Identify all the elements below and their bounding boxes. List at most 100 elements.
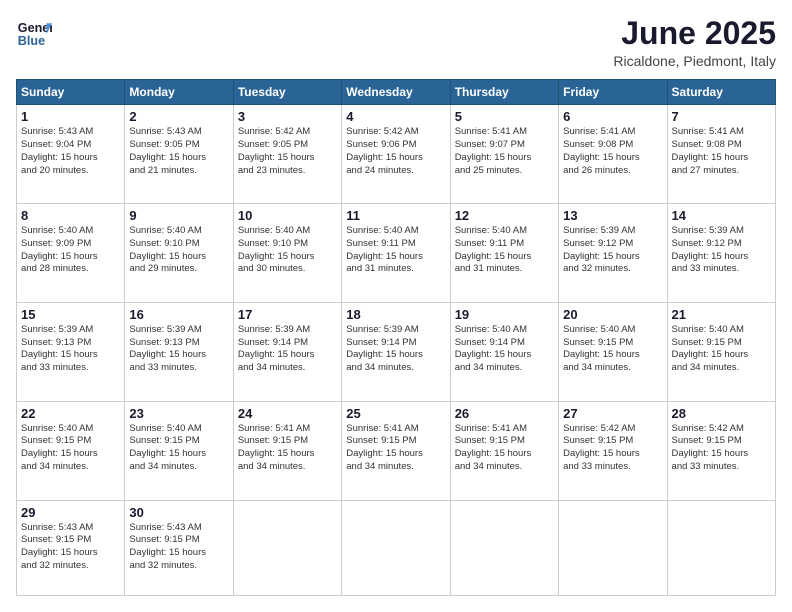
svg-text:Blue: Blue [18, 34, 45, 48]
day-number: 30 [129, 505, 228, 520]
day-number: 13 [563, 208, 662, 223]
day-info: Sunrise: 5:40 AMSunset: 9:15 PMDaylight:… [129, 423, 228, 474]
day-number: 5 [455, 109, 554, 124]
day-info: Sunrise: 5:43 AMSunset: 9:15 PMDaylight:… [21, 522, 120, 573]
day-info: Sunrise: 5:39 AMSunset: 9:14 PMDaylight:… [346, 324, 445, 375]
day-info: Sunrise: 5:39 AMSunset: 9:12 PMDaylight:… [672, 225, 771, 276]
day-number: 24 [238, 406, 337, 421]
day-number: 2 [129, 109, 228, 124]
calendar-day-cell: 20Sunrise: 5:40 AMSunset: 9:15 PMDayligh… [559, 302, 667, 401]
title-block: June 2025 Ricaldone, Piedmont, Italy [613, 16, 776, 69]
day-number: 17 [238, 307, 337, 322]
calendar-week-row: 8Sunrise: 5:40 AMSunset: 9:09 PMDaylight… [17, 204, 776, 303]
day-info: Sunrise: 5:41 AMSunset: 9:15 PMDaylight:… [346, 423, 445, 474]
day-number: 10 [238, 208, 337, 223]
calendar-day-cell: 15 Sunrise: 5:39 AMSunset: 9:13 PMDayligh… [17, 302, 125, 401]
day-info: Sunrise: 5:41 AMSunset: 9:08 PMDaylight:… [672, 126, 771, 177]
calendar-day-cell: 9 Sunrise: 5:40 AMSunset: 9:10 PMDaylight… [125, 204, 233, 303]
calendar-header-row: SundayMondayTuesdayWednesdayThursdayFrid… [17, 80, 776, 105]
calendar-day-cell: 19Sunrise: 5:40 AMSunset: 9:14 PMDayligh… [450, 302, 558, 401]
calendar-day-cell: 27 Sunrise: 5:42 AMSunset: 9:15 PMDayligh… [559, 401, 667, 500]
day-number: 26 [455, 406, 554, 421]
calendar-day-cell [233, 500, 341, 596]
day-number: 7 [672, 109, 771, 124]
day-number: 15 [21, 307, 120, 322]
calendar-header-cell: Friday [559, 80, 667, 105]
calendar-day-cell: 30 Sunrise: 5:43 AMSunset: 9:15 PMDayligh… [125, 500, 233, 596]
day-number: 25 [346, 406, 445, 421]
day-info: Sunrise: 5:40 AMSunset: 9:15 PMDaylight:… [672, 324, 771, 375]
day-number: 8 [21, 208, 120, 223]
calendar-day-cell: 1 Sunrise: 5:43 AMSunset: 9:04 PMDaylight… [17, 105, 125, 204]
calendar-day-cell: 5 Sunrise: 5:41 AMSunset: 9:07 PMDaylight… [450, 105, 558, 204]
day-info: Sunrise: 5:41 AMSunset: 9:15 PMDaylight:… [238, 423, 337, 474]
day-number: 14 [672, 208, 771, 223]
day-number: 3 [238, 109, 337, 124]
calendar-header-cell: Wednesday [342, 80, 450, 105]
calendar-day-cell: 4 Sunrise: 5:42 AMSunset: 9:06 PMDaylight… [342, 105, 450, 204]
day-number: 4 [346, 109, 445, 124]
day-info: Sunrise: 5:41 AMSunset: 9:07 PMDaylight:… [455, 126, 554, 177]
calendar-day-cell: 28 Sunrise: 5:42 AMSunset: 9:15 PMDayligh… [667, 401, 775, 500]
calendar-header-cell: Monday [125, 80, 233, 105]
day-info: Sunrise: 5:42 AMSunset: 9:06 PMDaylight:… [346, 126, 445, 177]
calendar-day-cell: 24 Sunrise: 5:41 AMSunset: 9:15 PMDayligh… [233, 401, 341, 500]
day-number: 11 [346, 208, 445, 223]
calendar-day-cell: 25 Sunrise: 5:41 AMSunset: 9:15 PMDayligh… [342, 401, 450, 500]
day-info: Sunrise: 5:39 AMSunset: 9:13 PMDaylight:… [21, 324, 120, 375]
calendar-day-cell: 2 Sunrise: 5:43 AMSunset: 9:05 PMDaylight… [125, 105, 233, 204]
day-info: Sunrise: 5:41 AMSunset: 9:15 PMDaylight:… [455, 423, 554, 474]
calendar-day-cell [667, 500, 775, 596]
day-info: Sunrise: 5:40 AMSunset: 9:10 PMDaylight:… [238, 225, 337, 276]
calendar-day-cell: 14 Sunrise: 5:39 AMSunset: 9:12 PMDayligh… [667, 204, 775, 303]
calendar-week-row: 22 Sunrise: 5:40 AMSunset: 9:15 PMDayligh… [17, 401, 776, 500]
day-info: Sunrise: 5:42 AMSunset: 9:15 PMDaylight:… [672, 423, 771, 474]
calendar-week-row: 29 Sunrise: 5:43 AMSunset: 9:15 PMDayligh… [17, 500, 776, 596]
calendar-day-cell [450, 500, 558, 596]
day-info: Sunrise: 5:42 AMSunset: 9:05 PMDaylight:… [238, 126, 337, 177]
day-info: Sunrise: 5:40 AMSunset: 9:15 PMDaylight:… [563, 324, 662, 375]
month-title: June 2025 [613, 16, 776, 51]
day-info: Sunrise: 5:40 AMSunset: 9:10 PMDaylight:… [129, 225, 228, 276]
day-number: 23 [129, 406, 228, 421]
calendar-day-cell: 12Sunrise: 5:40 AMSunset: 9:11 PMDayligh… [450, 204, 558, 303]
calendar-day-cell: 11Sunrise: 5:40 AMSunset: 9:11 PMDayligh… [342, 204, 450, 303]
day-info: Sunrise: 5:43 AMSunset: 9:15 PMDaylight:… [129, 522, 228, 573]
day-number: 29 [21, 505, 120, 520]
day-number: 19 [455, 307, 554, 322]
day-number: 22 [21, 406, 120, 421]
day-number: 1 [21, 109, 120, 124]
header: General Blue June 2025 Ricaldone, Piedmo… [16, 16, 776, 69]
calendar-day-cell: 17 Sunrise: 5:39 AMSunset: 9:14 PMDayligh… [233, 302, 341, 401]
calendar-week-row: 15 Sunrise: 5:39 AMSunset: 9:13 PMDayligh… [17, 302, 776, 401]
logo-icon: General Blue [16, 16, 52, 52]
calendar-day-cell: 23 Sunrise: 5:40 AMSunset: 9:15 PMDayligh… [125, 401, 233, 500]
day-number: 12 [455, 208, 554, 223]
calendar-day-cell: 13 Sunrise: 5:39 AMSunset: 9:12 PMDayligh… [559, 204, 667, 303]
day-info: Sunrise: 5:39 AMSunset: 9:14 PMDaylight:… [238, 324, 337, 375]
logo: General Blue [16, 16, 52, 52]
day-number: 16 [129, 307, 228, 322]
day-info: Sunrise: 5:39 AMSunset: 9:12 PMDaylight:… [563, 225, 662, 276]
calendar-day-cell: 3 Sunrise: 5:42 AMSunset: 9:05 PMDaylight… [233, 105, 341, 204]
day-number: 27 [563, 406, 662, 421]
day-info: Sunrise: 5:41 AMSunset: 9:08 PMDaylight:… [563, 126, 662, 177]
day-number: 6 [563, 109, 662, 124]
calendar-day-cell: 7 Sunrise: 5:41 AMSunset: 9:08 PMDaylight… [667, 105, 775, 204]
calendar-day-cell: 10 Sunrise: 5:40 AMSunset: 9:10 PMDayligh… [233, 204, 341, 303]
day-number: 28 [672, 406, 771, 421]
calendar-day-cell [559, 500, 667, 596]
day-info: Sunrise: 5:43 AMSunset: 9:05 PMDaylight:… [129, 126, 228, 177]
day-info: Sunrise: 5:43 AMSunset: 9:04 PMDaylight:… [21, 126, 120, 177]
day-number: 21 [672, 307, 771, 322]
day-number: 9 [129, 208, 228, 223]
calendar-header-cell: Tuesday [233, 80, 341, 105]
day-info: Sunrise: 5:39 AMSunset: 9:13 PMDaylight:… [129, 324, 228, 375]
calendar-day-cell: 18 Sunrise: 5:39 AMSunset: 9:14 PMDayligh… [342, 302, 450, 401]
day-number: 18 [346, 307, 445, 322]
calendar-week-row: 1 Sunrise: 5:43 AMSunset: 9:04 PMDaylight… [17, 105, 776, 204]
calendar-day-cell: 21 Sunrise: 5:40 AMSunset: 9:15 PMDayligh… [667, 302, 775, 401]
calendar-header-cell: Sunday [17, 80, 125, 105]
day-info: Sunrise: 5:42 AMSunset: 9:15 PMDaylight:… [563, 423, 662, 474]
calendar-day-cell: 6 Sunrise: 5:41 AMSunset: 9:08 PMDaylight… [559, 105, 667, 204]
